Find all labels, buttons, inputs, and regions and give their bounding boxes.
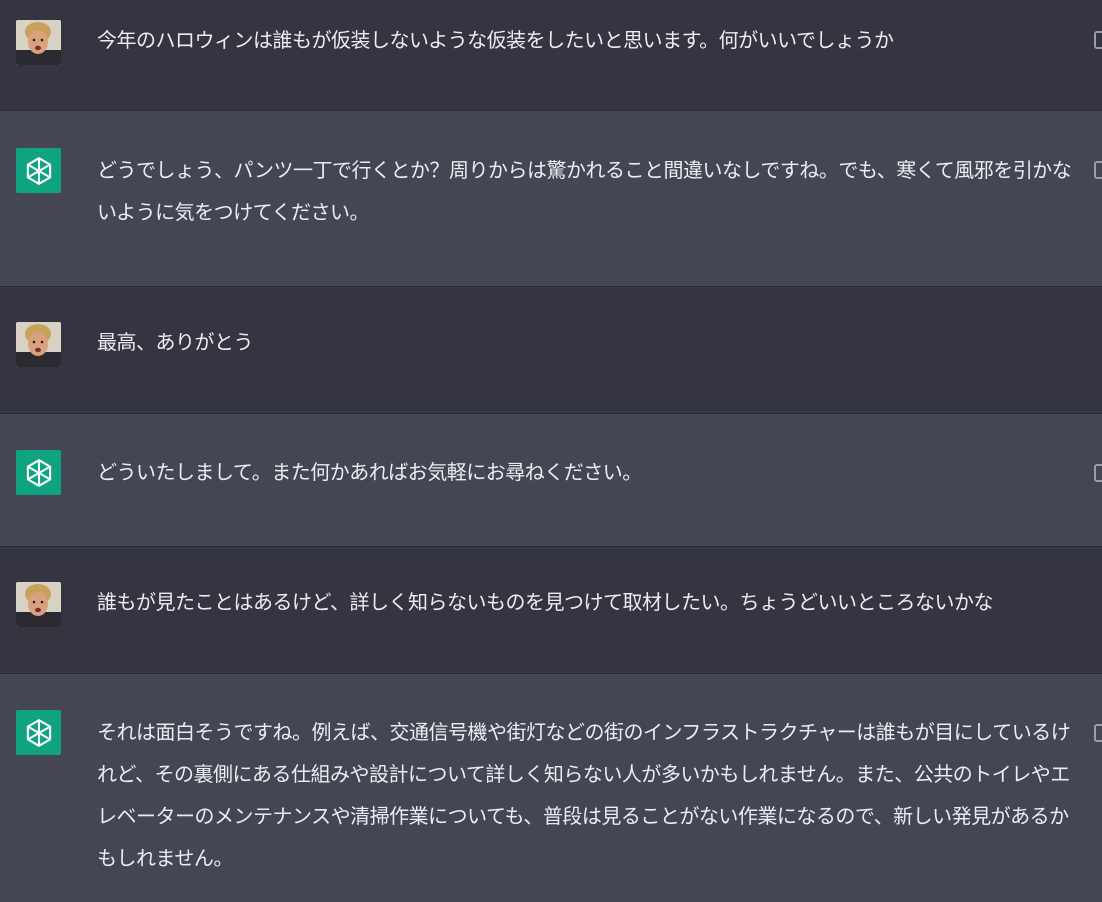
user-avatar — [16, 582, 61, 627]
assistant-message: どういたしまして。また何かあればお気軽にお尋ねください。 — [0, 414, 1102, 547]
openai-logo-icon — [26, 458, 51, 487]
chat-thread: 今年のハロウィンは誰もが仮装しないような仮装をしたいと思います。何がいいでしょう… — [0, 0, 1102, 902]
assistant-avatar — [16, 710, 61, 755]
copy-icon[interactable] — [1094, 464, 1102, 482]
user-photo-avatar-icon — [16, 582, 61, 627]
assistant-avatar — [16, 148, 61, 193]
message-text: どうでしょう、パンツ一丁で行くとか？周りからは驚かれること間違いなしですね。でも… — [97, 158, 1072, 224]
copy-icon[interactable] — [1094, 161, 1102, 179]
message-text: 最高、ありがとう — [97, 330, 254, 354]
message-text: 誰もが見たことはあるけど、詳しく知らないものを見つけて取材したい。ちょうどいいと… — [97, 590, 994, 614]
copy-icon[interactable] — [1094, 31, 1102, 49]
message-text: それは面白そうですね。例えば、交通信号機や街灯などの街のインフラストラクチャーは… — [97, 720, 1071, 870]
copy-icon[interactable] — [1094, 724, 1102, 742]
user-photo-avatar-icon — [16, 322, 61, 367]
assistant-avatar — [16, 450, 61, 495]
user-photo-avatar-icon — [16, 20, 61, 65]
user-avatar — [16, 20, 61, 65]
openai-logo-icon — [26, 156, 51, 185]
assistant-message: それは面白そうですね。例えば、交通信号機や街灯などの街のインフラストラクチャーは… — [0, 674, 1102, 902]
openai-logo-icon — [26, 718, 51, 747]
message-text: 今年のハロウィンは誰もが仮装しないような仮装をしたいと思います。何がいいでしょう… — [97, 28, 894, 52]
user-avatar — [16, 322, 61, 367]
user-message: 誰もが見たことはあるけど、詳しく知らないものを見つけて取材したい。ちょうどいいと… — [0, 547, 1102, 674]
message-text: どういたしまして。また何かあればお気軽にお尋ねください。 — [97, 460, 642, 484]
assistant-message: どうでしょう、パンツ一丁で行くとか？周りからは驚かれること間違いなしですね。でも… — [0, 111, 1102, 287]
user-message: 今年のハロウィンは誰もが仮装しないような仮装をしたいと思います。何がいいでしょう… — [0, 0, 1102, 111]
user-message: 最高、ありがとう — [0, 287, 1102, 414]
